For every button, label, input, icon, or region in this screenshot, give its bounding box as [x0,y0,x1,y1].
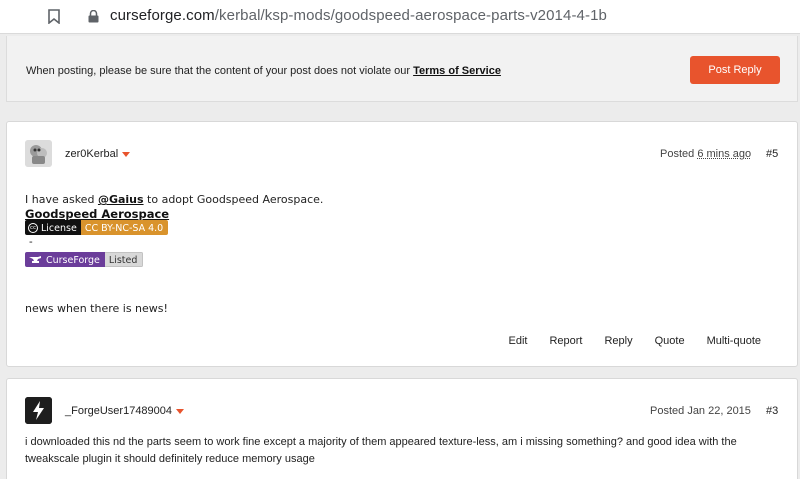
multi-quote-button[interactable]: Multi-quote [707,335,761,347]
license-badge-label: License [41,222,77,234]
license-badge-value: CC BY-NC-SA 4.0 [80,220,169,235]
curseforge-logo-icon [29,256,41,263]
mod-name-link[interactable]: Goodspeed Aerospace [25,207,169,221]
edit-button[interactable]: Edit [508,335,527,347]
post-number[interactable]: #5 [766,148,778,160]
bookmark-icon[interactable] [48,9,60,24]
author-name: zer0Kerbal [65,148,119,160]
forum-post: _ForgeUser17489004 Posted Jan 22, 2015 #… [6,378,798,479]
terms-of-service-link[interactable]: Terms of Service [413,65,501,77]
curseforge-badge[interactable]: CurseForge Listed [25,252,144,267]
post-timestamp: Posted 6 mins ago [660,148,751,160]
posted-label: Posted [650,405,685,417]
text-before-mention: I have asked [25,193,95,206]
avatar[interactable] [25,397,52,424]
avatar[interactable] [25,140,52,167]
post-body: i downloaded this nd the parts seem to w… [25,434,785,468]
text-after-mention: to adopt Goodspeed Aerospace. [147,193,324,206]
browser-address-bar: curseforge.com/kerbal/ksp-mods/goodspeed… [0,0,800,34]
url-field[interactable]: curseforge.com/kerbal/ksp-mods/goodspeed… [110,7,607,24]
url-domain: curseforge.com [110,7,215,24]
creative-commons-icon: cc [28,223,38,233]
post-author[interactable]: _ForgeUser17489004 [65,405,185,417]
user-avatar-icon [25,140,52,167]
reply-button[interactable]: Reply [604,335,632,347]
caret-down-icon [122,151,131,157]
user-mention[interactable]: @Gaius [98,193,144,206]
url-path: /kerbal/ksp-mods/goodspeed-aerospace-par… [214,7,607,24]
lightning-avatar-icon [25,397,52,424]
caret-down-icon [176,408,185,414]
curseforge-badge-label: CurseForge [46,254,100,266]
post-body-line: i downloaded this nd the parts seem to w… [25,436,737,448]
reply-notice: When posting, please be sure that the co… [6,36,798,102]
notice-message: When posting, please be sure that the co… [26,65,411,77]
license-badge[interactable]: cc License CC BY-NC-SA 4.0 [25,220,169,235]
author-name: _ForgeUser17489004 [65,405,173,417]
lock-icon[interactable] [88,10,99,23]
post-actions: Edit Report Reply Quote Multi-quote [508,335,761,347]
post-body-line: I have asked @Gaius to adopt Goodspeed A… [25,193,323,206]
curseforge-badge-status: Listed [104,252,144,267]
post-footer-text: news when there is news! [25,302,168,315]
posted-time: Jan 22, 2015 [687,405,751,417]
forum-post: zer0Kerbal Posted 6 mins ago #5 I have a… [6,121,798,367]
post-reply-button[interactable]: Post Reply [690,56,780,84]
notice-text: When posting, please be sure that the co… [26,65,501,77]
quote-button[interactable]: Quote [655,335,685,347]
posted-time: 6 mins ago [697,148,752,160]
post-number[interactable]: #3 [766,405,778,417]
post-timestamp: Posted Jan 22, 2015 [650,405,751,417]
post-body-line: tweakscale plugin it should definitely r… [25,453,315,465]
separator-dash: - [29,236,33,248]
posted-label: Posted [660,148,695,160]
post-author[interactable]: zer0Kerbal [65,148,131,160]
report-button[interactable]: Report [549,335,582,347]
